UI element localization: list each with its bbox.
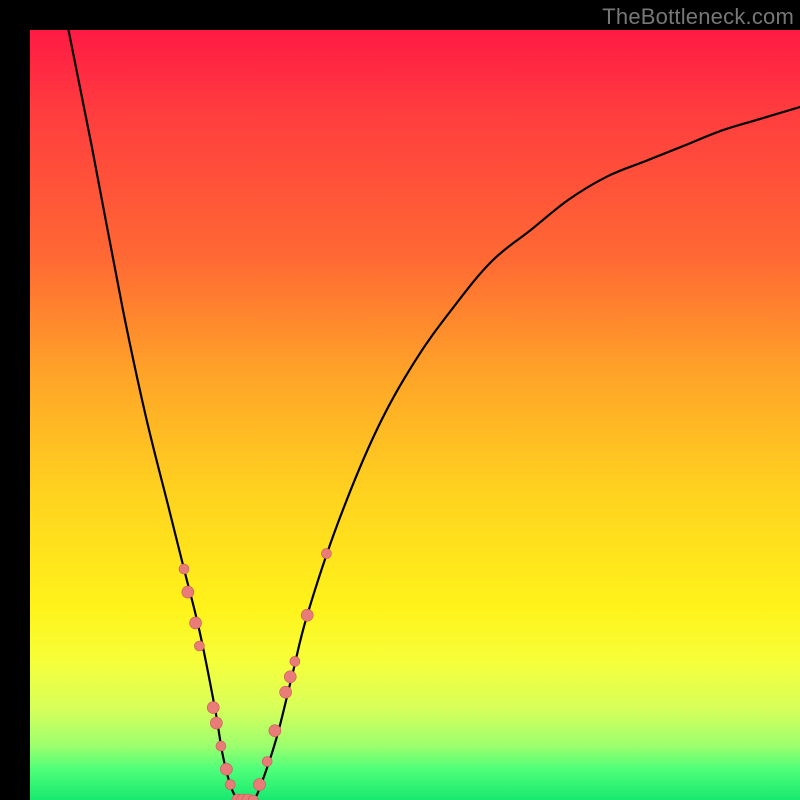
- curve-marker: [182, 586, 194, 598]
- watermark-text: TheBottleneck.com: [602, 4, 794, 30]
- curve-marker: [210, 717, 222, 729]
- curve-marker: [194, 641, 204, 651]
- curve-marker: [269, 725, 281, 737]
- curve-marker: [220, 763, 232, 775]
- curve-marker: [216, 741, 226, 751]
- curve-marker: [284, 671, 296, 683]
- curve-marker: [262, 757, 272, 767]
- bottleneck-curve: [69, 30, 800, 800]
- curve-marker: [301, 609, 313, 621]
- curve-marker: [190, 617, 202, 629]
- curve-marker: [179, 564, 189, 574]
- chart-frame: TheBottleneck.com: [0, 0, 800, 800]
- curve-markers: [179, 549, 331, 800]
- curve-marker: [253, 779, 265, 791]
- curve-marker: [290, 656, 300, 666]
- curve-marker: [321, 549, 331, 559]
- chart-overlay: [30, 30, 800, 800]
- curve-marker: [280, 686, 292, 698]
- curve-marker: [207, 702, 219, 714]
- plot-area: [30, 30, 800, 800]
- curve-marker: [225, 780, 235, 790]
